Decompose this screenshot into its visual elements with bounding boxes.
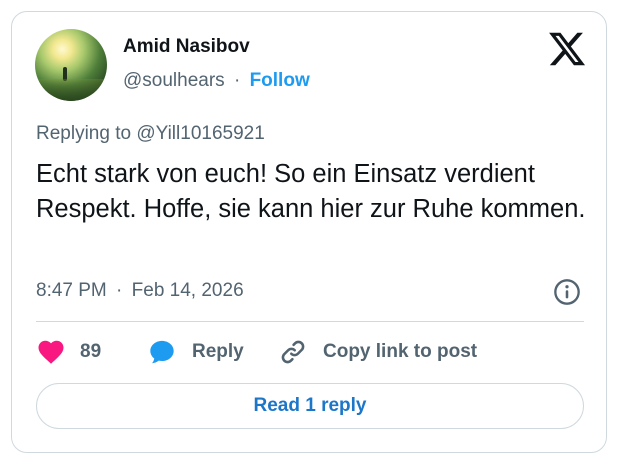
speech-bubble-icon: [150, 340, 174, 364]
author-handle[interactable]: @soulhears: [123, 70, 225, 91]
author-name[interactable]: Amid Nasibov: [123, 36, 250, 58]
like-button[interactable]: 89: [36, 336, 101, 368]
copy-link-button[interactable]: Copy link to post: [279, 336, 477, 368]
post-text: Echt stark von euch! So ein Einsatz verd…: [36, 160, 586, 223]
heart-icon: [38, 340, 64, 364]
post-time: 8:47 PM: [36, 280, 107, 301]
read-replies-button[interactable]: Read 1 reply: [36, 383, 584, 429]
reply-button[interactable]: Reply: [148, 336, 244, 368]
link-icon: [281, 340, 305, 364]
date-separator: ·: [116, 280, 123, 301]
handle-row: @soulhears · Follow: [123, 70, 310, 92]
x-logo-icon[interactable]: [547, 29, 587, 69]
post-date: Feb 14, 2026: [131, 280, 244, 301]
reply-label: Reply: [192, 341, 244, 362]
follow-button[interactable]: Follow: [250, 70, 310, 91]
copy-link-label: Copy link to post: [323, 341, 478, 362]
like-count: 89: [80, 341, 102, 362]
post-timestamp[interactable]: 8:47 PM · Feb 14, 2026: [36, 280, 244, 302]
avatar[interactable]: [35, 29, 107, 101]
handle-separator: ·: [233, 70, 241, 91]
replying-to[interactable]: Replying to @Yill10165921: [36, 123, 265, 145]
info-icon[interactable]: [553, 278, 581, 306]
divider: [36, 321, 584, 322]
